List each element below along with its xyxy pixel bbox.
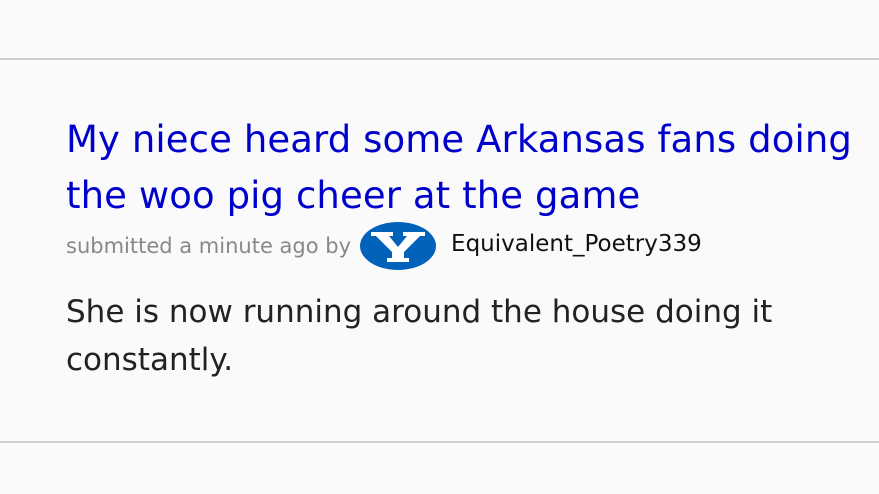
bottom-divider	[0, 441, 879, 443]
post-entry: My niece heard some Arkansas fans doing …	[66, 112, 856, 384]
post-page: My niece heard some Arkansas fans doing …	[0, 0, 879, 494]
author-link[interactable]: Equivalent_Poetry339	[451, 232, 702, 256]
post-title-link[interactable]: My niece heard some Arkansas fans doing …	[66, 112, 856, 224]
top-divider	[0, 58, 879, 60]
post-body-text: She is now running around the house doin…	[66, 294, 773, 378]
submitted-time-text: submitted a minute ago by	[66, 233, 352, 258]
post-tagline: submitted a minute ago by Equivalent_Poe…	[66, 220, 856, 272]
byu-y-logo-icon	[360, 222, 437, 270]
